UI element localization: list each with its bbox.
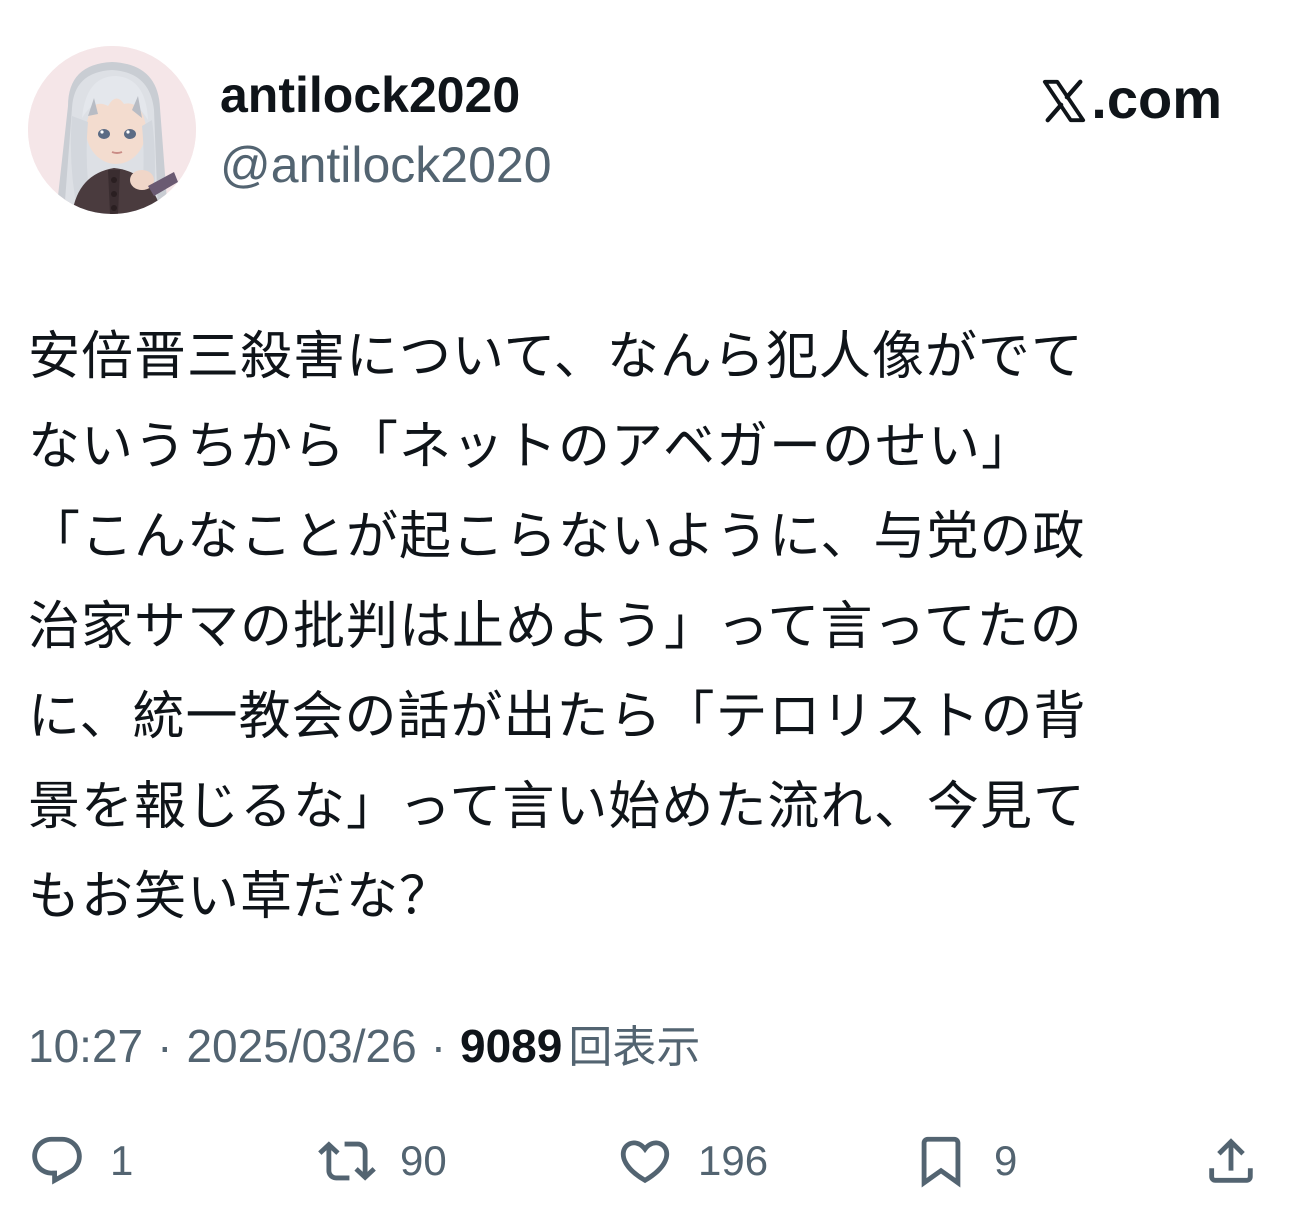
retweet-icon [318, 1141, 376, 1181]
brand-text: .com [1091, 67, 1222, 130]
reply-button[interactable]: 1 [28, 1126, 133, 1196]
x-logo-icon [1043, 79, 1086, 123]
meta-separator: · [430, 1020, 447, 1072]
heart-icon [620, 1140, 670, 1184]
like-button[interactable]: 196 [616, 1126, 768, 1196]
reply-count: 1 [110, 1137, 134, 1184]
like-count: 196 [698, 1137, 769, 1184]
anime-girl-avatar [28, 46, 196, 214]
share-icon [1209, 1138, 1253, 1183]
bookmark-count: 9 [994, 1137, 1018, 1184]
brand-logo: .com [1041, 68, 1222, 130]
tweet-text: 安倍晋三殺害について、なんら犯人像がでて ないうちから「ネットのアベガーのせい」… [28, 327, 1087, 927]
retweet-button[interactable]: 90 [318, 1126, 447, 1196]
share-button[interactable] [1202, 1126, 1260, 1196]
bookmark-button[interactable]: 9 [912, 1126, 1017, 1196]
views-label: 回表示 [568, 1022, 701, 1073]
user-handle[interactable]: @antilock2020 [220, 134, 552, 196]
tweet-date[interactable]: 2025/03/26 [186, 1014, 416, 1078]
meta-separator: · [157, 1020, 173, 1072]
display-name[interactable]: antilock2020 [220, 64, 520, 126]
avatar[interactable] [28, 46, 196, 214]
action-bar: 1 90 196 9 [0, 1126, 1290, 1196]
tweet-meta: 10:27 · 2025/03/26 · 9089 回表示 [28, 1014, 700, 1080]
tweet-time[interactable]: 10:27 [28, 1014, 143, 1078]
views-count: 9089 [460, 1020, 563, 1072]
bookmark-icon [921, 1136, 961, 1188]
retweet-count: 90 [400, 1137, 447, 1184]
reply-icon [32, 1136, 82, 1185]
